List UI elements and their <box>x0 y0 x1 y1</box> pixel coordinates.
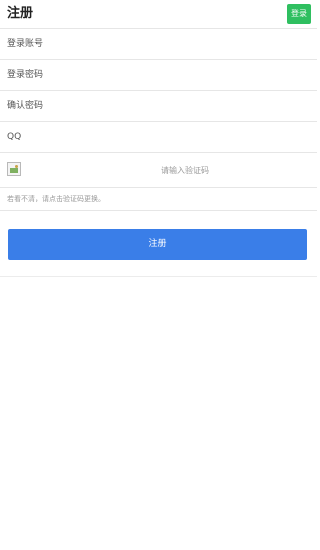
login-button[interactable]: 登录 <box>287 4 311 24</box>
confirm-password-row <box>0 91 317 122</box>
password-input[interactable] <box>7 60 307 90</box>
register-form: 若看不清，请点击验证码更换。 <box>0 28 317 211</box>
account-input[interactable] <box>7 29 307 59</box>
header-bar: 注册 登录 <box>0 0 317 28</box>
register-page: 注册 登录 若看不清，请点击验证码更换。 注册 <box>0 0 317 550</box>
broken-image-icon[interactable] <box>7 162 21 176</box>
account-row <box>0 29 317 60</box>
captcha-hint: 若看不清，请点击验证码更换。 <box>7 195 105 203</box>
register-button[interactable]: 注册 <box>8 229 307 260</box>
qq-row <box>0 122 317 153</box>
page-title: 注册 <box>7 6 34 21</box>
divider <box>0 276 317 277</box>
confirm-password-input[interactable] <box>7 91 307 121</box>
captcha-row <box>0 153 317 188</box>
captcha-hint-row: 若看不清，请点击验证码更换。 <box>0 188 317 211</box>
qq-input[interactable] <box>7 122 307 152</box>
captcha-input[interactable] <box>70 159 300 181</box>
password-row <box>0 60 317 91</box>
